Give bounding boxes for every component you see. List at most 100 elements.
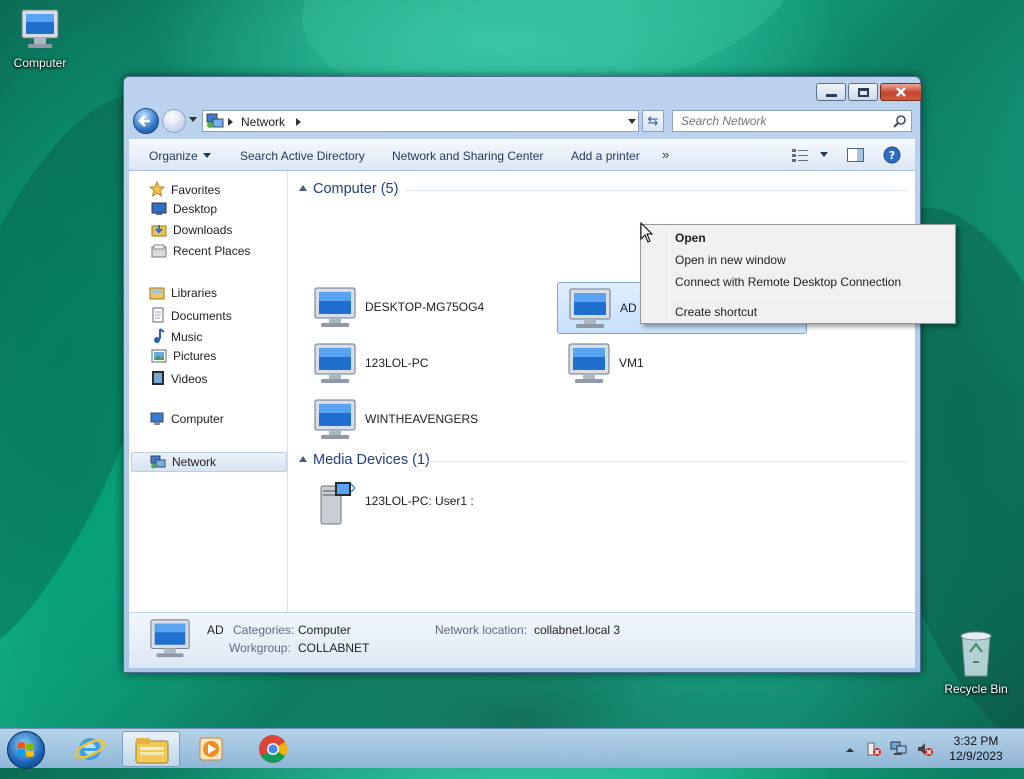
taskbar-media-player[interactable] (183, 731, 241, 767)
desktop-icon-recycle-bin[interactable]: Recycle Bin (936, 630, 1016, 696)
refresh-icon: ⇆ (647, 113, 659, 128)
network-item-wintheavengers[interactable]: WINTHEAVENGERS (303, 394, 553, 446)
item-label: 123LOL-PC: User1 : (365, 494, 474, 508)
network-item-vm1[interactable]: VM1 (557, 338, 807, 390)
nav-label: Videos (171, 372, 208, 386)
computer-icon (314, 287, 356, 327)
network-item-desktop-mg75og4[interactable]: DESKTOP-MG75OG4 (303, 282, 553, 334)
nav-pictures[interactable]: Pictures (151, 349, 216, 367)
nav-label: Downloads (173, 223, 233, 237)
menu-item-open[interactable]: Open (675, 231, 706, 245)
nav-computer[interactable]: Computer (149, 412, 224, 430)
group-header-media-devices[interactable]: Media Devices (1) (299, 452, 430, 468)
media-player-icon (199, 737, 223, 761)
desktop-icon (151, 202, 167, 215)
taskbar-chrome[interactable] (244, 731, 302, 767)
taskbar-internet-explorer[interactable] (61, 731, 119, 767)
group-title: Computer (5) (313, 181, 399, 197)
nav-network[interactable]: Network (131, 452, 287, 472)
address-dropdown[interactable] (628, 119, 636, 124)
menu-item-remote-desktop[interactable]: Connect with Remote Desktop Connection (675, 275, 901, 289)
nav-label: Recent Places (173, 244, 251, 258)
preview-pane-button[interactable] (847, 148, 864, 165)
start-button[interactable] (7, 731, 45, 769)
nav-downloads[interactable]: Downloads (151, 223, 232, 241)
show-hidden-icons-icon[interactable] (844, 743, 856, 757)
search-input[interactable] (679, 112, 889, 130)
pictures-icon (151, 349, 167, 363)
group-header-computer[interactable]: Computer (5) (299, 181, 398, 197)
windows-logo-icon (18, 742, 34, 757)
help-button[interactable]: ? (883, 146, 901, 167)
preview-pane-icon (847, 148, 864, 162)
group-divider (427, 461, 907, 462)
recent-places-icon (151, 244, 167, 258)
command-bar: Organize Search Active Directory Network… (129, 139, 915, 171)
desktop-icon-computer[interactable]: Computer (0, 8, 80, 70)
nav-label: Libraries (171, 286, 218, 300)
nav-label: Desktop (173, 202, 218, 216)
minimize-button[interactable] (816, 83, 846, 101)
breadcrumb-network[interactable]: Network (241, 115, 285, 129)
breadcrumb-separator[interactable] (296, 118, 301, 126)
documents-icon (152, 307, 164, 323)
nav-libraries[interactable]: Libraries (149, 286, 217, 304)
computer-icon (150, 412, 164, 425)
details-pane: AD Categories: Computer Workgroup: COLLA… (129, 612, 915, 668)
recycle-bin-icon (960, 631, 992, 677)
action-center-icon[interactable] (866, 741, 882, 757)
details-workgroup-value: COLLABNET (298, 641, 370, 655)
search-active-directory-button[interactable]: Search Active Directory (240, 149, 365, 163)
computer-icon (314, 399, 356, 439)
nav-desktop[interactable]: Desktop (151, 202, 217, 220)
item-label: WINTHEAVENGERS (365, 412, 479, 426)
media-item-123lol-pc-user1[interactable]: 123LOL-PC: User1 : (303, 476, 553, 528)
recent-pages-dropdown[interactable] (189, 117, 197, 122)
media-server-icon (320, 482, 356, 525)
details-location-value: collabnet.local 3 (534, 623, 621, 637)
nav-music[interactable]: Music (151, 328, 202, 346)
nav-favorites[interactable]: Favorites (149, 181, 220, 199)
more-commands-button[interactable]: » (662, 147, 669, 162)
menu-item-open-new-window[interactable]: Open in new window (675, 253, 786, 267)
search-box[interactable] (672, 110, 912, 132)
chevron-down-icon (820, 152, 828, 157)
menu-item-create-shortcut[interactable]: Create shortcut (675, 305, 757, 319)
add-printer-button[interactable]: Add a printer (571, 149, 640, 163)
network-status-icon[interactable] (890, 741, 908, 757)
details-categories-value: Computer (298, 623, 351, 637)
organize-button[interactable]: Organize (149, 149, 211, 163)
maximize-icon (858, 88, 869, 97)
breadcrumb-separator[interactable] (228, 118, 233, 126)
network-item-123lol-pc[interactable]: 123LOL-PC (303, 338, 553, 390)
computer-icon (314, 343, 356, 383)
group-title: Media Devices (1) (313, 452, 430, 468)
computer-icon (569, 288, 611, 328)
explorer-window: Network ⇆ Organize Search Active Directo… (123, 76, 922, 673)
taskbar: 3:32 PM 12/9/2023 (0, 728, 1024, 769)
network-sharing-center-button[interactable]: Network and Sharing Center (392, 149, 543, 163)
nav-videos[interactable]: Videos (151, 370, 207, 388)
back-button[interactable] (133, 108, 159, 134)
taskbar-clock[interactable]: 3:32 PM 12/9/2023 (940, 734, 1012, 764)
nav-recent-places[interactable]: Recent Places (151, 244, 250, 262)
refresh-button[interactable]: ⇆ (642, 110, 664, 132)
nav-label: Computer (171, 412, 224, 426)
mouse-cursor-icon (640, 222, 654, 243)
taskbar-windows-explorer[interactable] (122, 731, 180, 767)
address-bar[interactable]: Network (202, 110, 639, 132)
volume-muted-icon[interactable] (916, 741, 934, 757)
nav-documents[interactable]: Documents (151, 307, 232, 325)
help-icon: ? (883, 146, 901, 164)
details-categories-label: Categories: (233, 623, 295, 637)
navigation-row: Network ⇆ (131, 108, 915, 134)
svg-text:?: ? (889, 149, 895, 162)
maximize-button[interactable] (848, 83, 878, 101)
view-dropdown[interactable] (815, 148, 828, 162)
downloads-folder-icon (151, 225, 167, 237)
forward-button[interactable] (162, 109, 186, 133)
change-view-button[interactable] (791, 148, 809, 165)
navigation-pane: Favorites Desktop Downloads Recent Place… (129, 171, 288, 612)
close-button[interactable] (880, 83, 922, 101)
search-icon[interactable] (893, 114, 907, 128)
